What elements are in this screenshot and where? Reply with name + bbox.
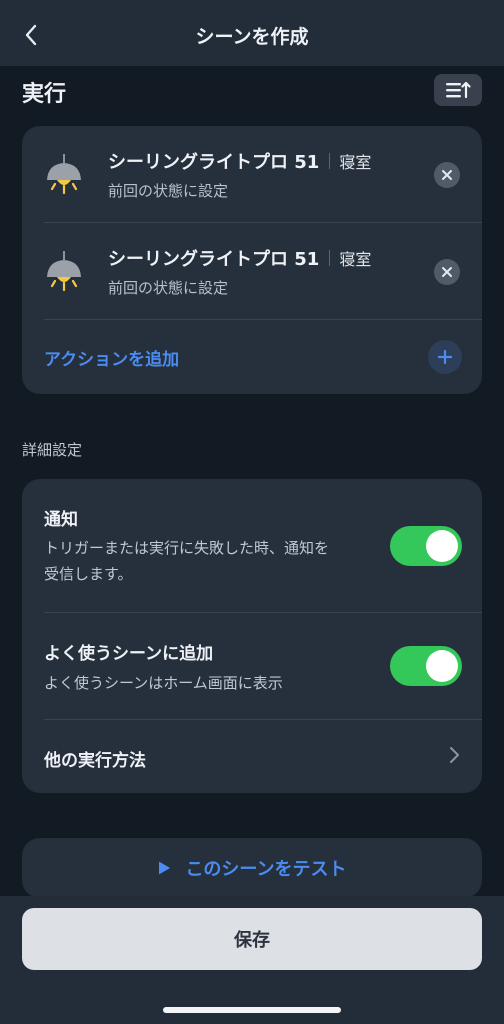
device-name: シーリングライトプロ 51 寝室 — [108, 148, 371, 174]
device-state: 前回の状態に設定 — [108, 182, 229, 200]
navigation-bar: シーンを作成 — [0, 0, 504, 66]
device-room: 寝室 — [339, 250, 372, 269]
device-name: シーリングライトプロ 51 寝室 — [108, 245, 371, 271]
other-methods-item[interactable]: 他の実行方法 — [44, 746, 146, 771]
test-scene-label: このシーンをテスト — [185, 859, 347, 880]
save-button[interactable]: 保存 — [22, 908, 482, 970]
close-icon — [442, 170, 452, 180]
add-action-button[interactable] — [428, 340, 462, 374]
page-title: シーンを作成 — [195, 26, 309, 48]
ceiling-lamp-icon — [47, 154, 81, 195]
divider — [44, 719, 482, 720]
sort-button[interactable] — [434, 74, 482, 106]
favorite-title: よく使うシーンに追加 — [44, 644, 214, 664]
favorite-description: よく使うシーンはホーム画面に表示 — [44, 674, 283, 692]
actions-card: シーリングライトプロ 51 寝室 前回の状態に設定 シーリングライトプロ 51 寝室… — [22, 126, 482, 394]
settings-card: 通知 トリガーまたは実行に失敗した時、通知を 受信します。 よく使うシーンに追加… — [22, 479, 482, 793]
play-icon — [159, 861, 171, 875]
favorite-toggle[interactable] — [390, 646, 462, 686]
divider — [329, 153, 331, 169]
plus-icon — [438, 350, 452, 364]
device-room: 寝室 — [339, 153, 372, 172]
notification-description-line1: トリガーまたは実行に失敗した時、通知を — [44, 539, 330, 557]
remove-action-button[interactable] — [434, 162, 460, 188]
action-item[interactable]: シーリングライトプロ 51 寝室 前回の状態に設定 — [22, 223, 482, 319]
sort-lines-icon — [446, 81, 471, 99]
divider — [329, 250, 331, 266]
test-scene-button[interactable]: このシーンをテスト — [22, 838, 482, 898]
device-state: 前回の状態に設定 — [108, 279, 229, 297]
home-indicator — [163, 1007, 341, 1013]
action-item[interactable]: シーリングライトプロ 51 寝室 前回の状態に設定 — [22, 126, 482, 222]
advanced-settings-heading: 詳細設定 — [22, 441, 83, 459]
device-name-text: シーリングライトプロ 51 — [108, 152, 320, 173]
toggle-knob — [426, 530, 458, 562]
notification-description: トリガーまたは実行に失敗した時、通知を 受信します。 — [44, 535, 329, 587]
remove-action-button[interactable] — [434, 259, 460, 285]
execution-section-title: 実行 — [22, 82, 67, 107]
notification-description-line2: 受信します。 — [44, 565, 133, 583]
toggle-knob — [426, 650, 458, 682]
notification-toggle[interactable] — [390, 526, 462, 566]
chevron-right-icon — [450, 747, 459, 763]
close-icon — [442, 267, 452, 277]
device-name-text: シーリングライトプロ 51 — [108, 249, 320, 270]
ceiling-lamp-icon — [47, 251, 81, 292]
notification-title: 通知 — [44, 510, 78, 530]
divider — [44, 612, 482, 613]
add-action-link[interactable]: アクションを追加 — [44, 345, 179, 370]
